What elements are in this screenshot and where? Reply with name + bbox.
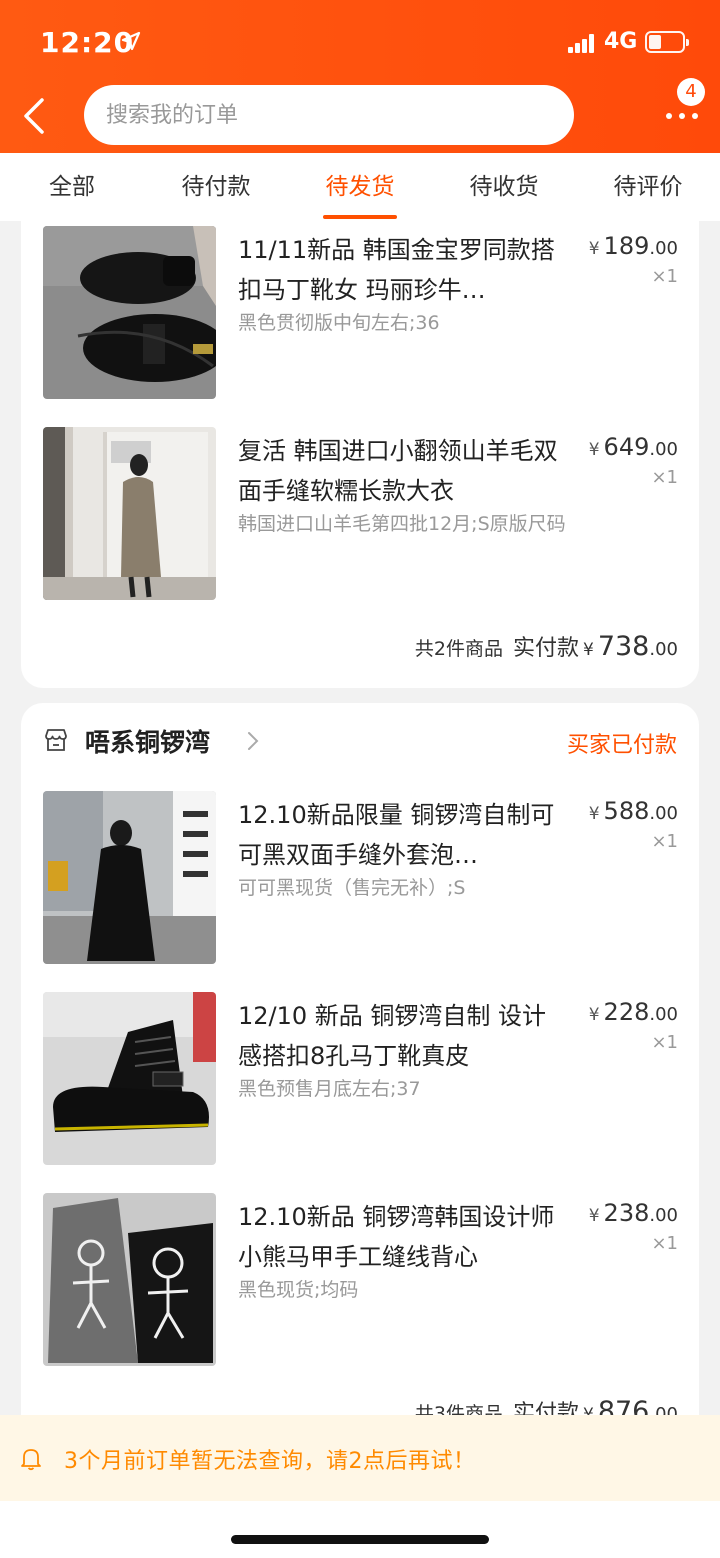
product-sku: 韩国进口山羊毛第四批12月;S原版尺码 [238, 513, 566, 535]
tab-pending-shipment[interactable]: 待发货 [305, 153, 415, 221]
tab-all[interactable]: 全部 [17, 153, 127, 221]
order-status: 买家已付款 [566, 733, 677, 758]
item-count: 共2件商品 [414, 638, 503, 660]
item-count: 共3件商品 [414, 1403, 503, 1415]
order-item[interactable]: 复活 韩国进口小翻领山羊毛双面手缝软糯长款大衣 韩国进口山羊毛第四批12月;S原… [21, 427, 699, 600]
chevron-right-icon[interactable] [245, 729, 261, 753]
notice-bar: 3个月前订单暂无法查询，请2点后再试！ [0, 1415, 720, 1501]
product-title[interactable]: 12/10 新品 铜锣湾自制 设计感搭扣8孔马丁靴真皮 [238, 996, 568, 1076]
more-dots-icon [666, 113, 700, 119]
order-item[interactable]: 12.10新品限量 铜锣湾自制可可黑双面手缝外套泡… 可可黑现货（售完无补）;S… [21, 791, 699, 964]
order-item[interactable]: 11/11新品 韩国金宝罗同款搭扣马丁靴女 玛丽珍牛… 黑色贯彻版中旬左右;36… [21, 226, 699, 399]
tab-pending-review[interactable]: 待评价 [593, 153, 703, 221]
home-indicator[interactable] [231, 1535, 489, 1544]
product-quantity: ×1 [651, 467, 678, 488]
product-image[interactable] [43, 791, 216, 964]
product-sku: 黑色预售月底左右;37 [238, 1078, 421, 1100]
product-title[interactable]: 复活 韩国进口小翻领山羊毛双面手缝软糯长款大衣 [238, 431, 568, 511]
order-tabs: 全部 待付款 待发货 待收货 待评价 [0, 153, 720, 221]
shop-header[interactable]: 唔系铜锣湾 买家已付款 [21, 703, 699, 779]
product-quantity: ×1 [651, 266, 678, 287]
product-title[interactable]: 12.10新品限量 铜锣湾自制可可黑双面手缝外套泡… [238, 795, 568, 875]
location-arrow-icon [121, 31, 141, 51]
product-quantity: ×1 [651, 831, 678, 852]
product-sku: 可可黑现货（售完无补）;S [238, 877, 466, 899]
product-title[interactable]: 11/11新品 韩国金宝罗同款搭扣马丁靴女 玛丽珍牛… [238, 230, 568, 310]
network-type: 4G [604, 29, 638, 54]
paid-label: 实付款 [512, 1401, 579, 1415]
store-icon [45, 729, 67, 751]
search-input[interactable] [106, 85, 546, 145]
status-bar: 12:20 4G [0, 0, 720, 84]
order-summary: 共2件商品 实付款 ¥738.00 [414, 631, 678, 662]
product-image[interactable] [43, 427, 216, 600]
active-tab-indicator [323, 215, 397, 219]
product-image[interactable] [43, 226, 216, 399]
product-sku: 黑色贯彻版中旬左右;36 [238, 312, 440, 334]
product-price: ¥228.00 [588, 998, 678, 1026]
product-image[interactable] [43, 992, 216, 1165]
order-item[interactable]: 12.10新品 铜锣湾韩国设计师小熊马甲手工缝线背心 黑色现货;均码 ¥238.… [21, 1193, 699, 1366]
order-card[interactable]: 唔系铜锣湾 买家已付款 12.10新品限量 铜锣湾自制可可黑双面手缝外套泡… 可… [21, 703, 699, 1415]
product-quantity: ×1 [651, 1032, 678, 1053]
bell-icon [21, 1449, 41, 1471]
notification-badge: 4 [677, 78, 705, 106]
product-title[interactable]: 12.10新品 铜锣湾韩国设计师小熊马甲手工缝线背心 [238, 1197, 568, 1277]
order-card[interactable]: 11/11新品 韩国金宝罗同款搭扣马丁靴女 玛丽珍牛… 黑色贯彻版中旬左右;36… [21, 221, 699, 688]
tab-pending-receipt[interactable]: 待收货 [449, 153, 559, 221]
shop-name[interactable]: 唔系铜锣湾 [85, 723, 210, 759]
paid-label: 实付款 [512, 636, 579, 661]
product-price: ¥189.00 [588, 232, 678, 260]
paid-amount: 738 [597, 631, 650, 662]
product-price: ¥588.00 [588, 797, 678, 825]
order-item[interactable]: 12/10 新品 铜锣湾自制 设计感搭扣8孔马丁靴真皮 黑色预售月底左右;37 … [21, 992, 699, 1165]
product-image[interactable] [43, 1193, 216, 1366]
signal-icon [568, 33, 598, 53]
product-price: ¥238.00 [588, 1199, 678, 1227]
header-bar: 12:20 4G 4 [0, 0, 720, 153]
paid-amount: 876 [597, 1396, 650, 1415]
bottom-safe-area [0, 1501, 720, 1558]
product-sku: 黑色现货;均码 [238, 1279, 359, 1301]
order-list[interactable]: 11/11新品 韩国金宝罗同款搭扣马丁靴女 玛丽珍牛… 黑色贯彻版中旬左右;36… [0, 221, 720, 1415]
tab-pending-payment[interactable]: 待付款 [161, 153, 271, 221]
back-button[interactable] [18, 96, 54, 136]
notice-text: 3个月前订单暂无法查询，请2点后再试！ [64, 1449, 476, 1474]
battery-icon [645, 31, 689, 53]
product-price: ¥649.00 [588, 433, 678, 461]
product-quantity: ×1 [651, 1233, 678, 1254]
search-bar[interactable] [84, 85, 574, 145]
order-summary: 共3件商品 实付款 ¥876.00 [415, 1395, 678, 1415]
